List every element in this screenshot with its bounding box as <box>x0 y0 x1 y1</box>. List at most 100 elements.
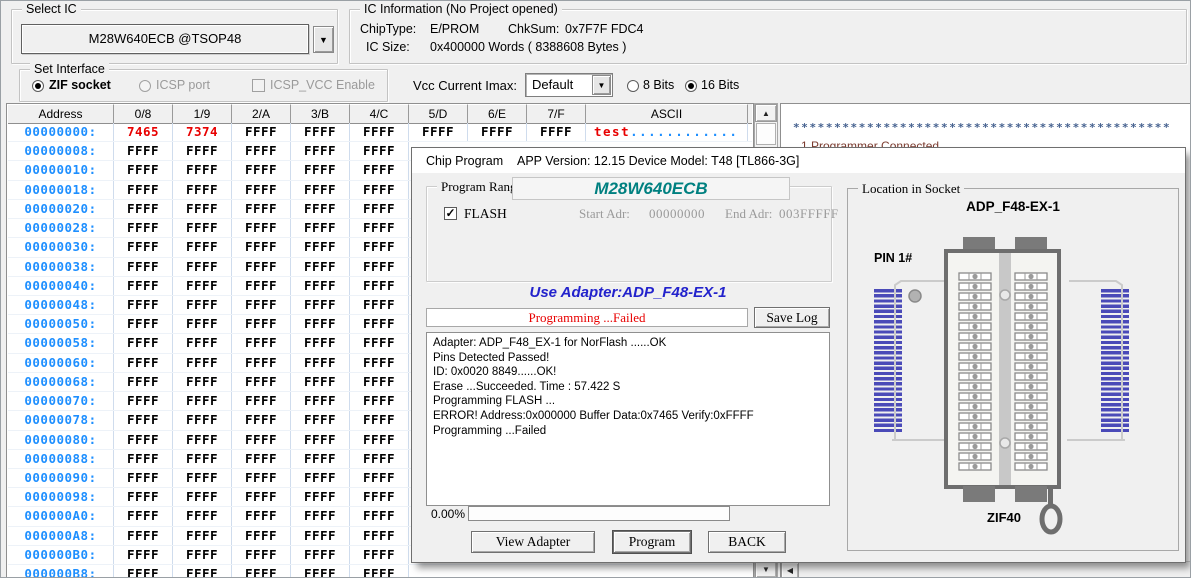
hex-cell[interactable]: FFFF <box>291 488 350 506</box>
hex-cell[interactable]: FFFF <box>173 431 232 449</box>
hex-cell[interactable]: FFFF <box>114 219 173 237</box>
hex-cell[interactable]: FFFF <box>232 200 291 218</box>
hex-cell[interactable]: FFFF <box>114 392 173 410</box>
view-adapter-button[interactable]: View Adapter <box>471 531 595 553</box>
hex-cell[interactable]: FFFF <box>173 315 232 333</box>
hex-cell[interactable]: FFFF <box>409 123 468 141</box>
hex-cell[interactable]: FFFF <box>173 296 232 314</box>
hex-cell[interactable]: FFFF <box>173 334 232 352</box>
hex-cell[interactable]: FFFF <box>232 181 291 199</box>
hex-cell[interactable]: FFFF <box>114 527 173 545</box>
hex-cell[interactable]: FFFF <box>173 507 232 525</box>
hex-cell[interactable]: FFFF <box>173 181 232 199</box>
hex-cell[interactable]: FFFF <box>173 565 232 578</box>
ic-select-combobox[interactable]: M28W640ECB @TSOP48 <box>21 24 309 54</box>
hex-cell[interactable]: FFFF <box>350 315 409 333</box>
hex-cell[interactable]: FFFF <box>232 469 291 487</box>
hex-cell[interactable]: FFFF <box>350 277 409 295</box>
hex-cell[interactable]: FFFF <box>291 507 350 525</box>
vcc-imax-combobox[interactable]: Default ▼ <box>525 73 613 97</box>
hex-cell[interactable]: FFFF <box>291 565 350 578</box>
hex-cell[interactable]: FFFF <box>173 527 232 545</box>
hex-cell[interactable]: FFFF <box>232 450 291 468</box>
hex-cell[interactable]: FFFF <box>232 238 291 256</box>
hex-cell[interactable]: FFFF <box>114 565 173 578</box>
hex-cell[interactable]: FFFF <box>232 546 291 564</box>
hex-cell[interactable]: FFFF <box>291 161 350 179</box>
hex-cell[interactable]: FFFF <box>173 411 232 429</box>
hex-cell[interactable]: FFFF <box>291 277 350 295</box>
hex-cell[interactable]: FFFF <box>232 296 291 314</box>
hex-cell[interactable]: FFFF <box>114 431 173 449</box>
hex-cell[interactable]: FFFF <box>114 334 173 352</box>
hex-cell[interactable]: FFFF <box>350 219 409 237</box>
hex-cell[interactable]: FFFF <box>350 507 409 525</box>
hex-cell[interactable]: FFFF <box>114 507 173 525</box>
hex-cell[interactable]: FFFF <box>291 296 350 314</box>
hex-cell[interactable]: FFFF <box>232 315 291 333</box>
hex-cell[interactable]: FFFF <box>350 258 409 276</box>
hex-cell[interactable]: FFFF <box>114 161 173 179</box>
hex-cell[interactable]: FFFF <box>527 123 586 141</box>
hex-cell[interactable]: FFFF <box>232 334 291 352</box>
hex-cell[interactable]: FFFF <box>291 527 350 545</box>
zif-socket-radio[interactable] <box>32 80 44 92</box>
hex-cell[interactable]: FFFF <box>291 219 350 237</box>
hex-cell[interactable]: FFFF <box>232 527 291 545</box>
dialog-log-box[interactable]: Adapter: ADP_F48_EX-1 for NorFlash .....… <box>426 332 830 506</box>
hex-cell[interactable]: FFFF <box>291 334 350 352</box>
hex-cell[interactable]: FFFF <box>291 200 350 218</box>
hex-cell[interactable]: FFFF <box>350 565 409 578</box>
hex-cell[interactable]: FFFF <box>232 488 291 506</box>
hex-cell[interactable]: FFFF <box>114 354 173 372</box>
scroll-up-arrow-icon[interactable]: ▲ <box>755 104 777 122</box>
hex-cell[interactable]: FFFF <box>114 469 173 487</box>
hex-cell[interactable]: FFFF <box>232 507 291 525</box>
hex-cell[interactable]: FFFF <box>173 142 232 160</box>
hex-cell[interactable]: FFFF <box>291 238 350 256</box>
hex-cell[interactable]: FFFF <box>173 161 232 179</box>
hex-cell[interactable]: FFFF <box>114 258 173 276</box>
chevron-down-icon[interactable]: ▼ <box>592 75 611 95</box>
hex-cell[interactable]: FFFF <box>114 238 173 256</box>
program-button[interactable]: Program <box>613 531 691 553</box>
hex-cell[interactable]: FFFF <box>173 469 232 487</box>
hex-cell[interactable]: FFFF <box>173 200 232 218</box>
hex-cell[interactable]: FFFF <box>350 431 409 449</box>
hex-cell[interactable]: FFFF <box>350 469 409 487</box>
hex-cell[interactable]: 7374 <box>173 123 232 141</box>
hex-cell[interactable]: FFFF <box>350 488 409 506</box>
hex-cell[interactable]: FFFF <box>114 373 173 391</box>
hex-cell[interactable]: 7465 <box>114 123 173 141</box>
bits16-radio[interactable] <box>685 80 697 92</box>
save-log-button[interactable]: Save Log <box>754 307 830 328</box>
hex-cell[interactable]: FFFF <box>114 411 173 429</box>
hex-cell[interactable]: FFFF <box>114 181 173 199</box>
hex-cell[interactable]: FFFF <box>114 488 173 506</box>
hex-cell[interactable]: FFFF <box>291 373 350 391</box>
dialog-titlebar[interactable]: Chip Program APP Version: 12.15 Device M… <box>412 148 1185 173</box>
hex-cell[interactable]: FFFF <box>232 565 291 578</box>
hex-cell[interactable]: FFFF <box>350 527 409 545</box>
hex-cell[interactable]: FFFF <box>291 142 350 160</box>
hex-cell[interactable]: FFFF <box>291 258 350 276</box>
hex-cell[interactable]: FFFF <box>350 123 409 141</box>
hex-cell[interactable]: FFFF <box>173 277 232 295</box>
hex-cell[interactable]: FFFF <box>114 296 173 314</box>
icsp-port-radio[interactable] <box>139 80 151 92</box>
hex-cell[interactable]: FFFF <box>114 546 173 564</box>
scrollbar-thumb[interactable] <box>756 123 776 145</box>
hex-cell[interactable]: FFFF <box>350 392 409 410</box>
hex-cell[interactable]: FFFF <box>232 277 291 295</box>
hex-cell[interactable]: FFFF <box>350 296 409 314</box>
hex-cell[interactable]: FFFF <box>232 392 291 410</box>
hex-cell[interactable]: FFFF <box>350 334 409 352</box>
hex-cell[interactable]: FFFF <box>350 142 409 160</box>
hex-cell[interactable]: FFFF <box>232 123 291 141</box>
hex-cell[interactable]: FFFF <box>173 258 232 276</box>
icsp-vcc-checkbox[interactable] <box>252 79 265 92</box>
hex-cell[interactable]: FFFF <box>232 142 291 160</box>
hex-cell[interactable]: FFFF <box>291 450 350 468</box>
hex-cell[interactable]: FFFF <box>232 219 291 237</box>
hex-cell[interactable]: FFFF <box>173 488 232 506</box>
